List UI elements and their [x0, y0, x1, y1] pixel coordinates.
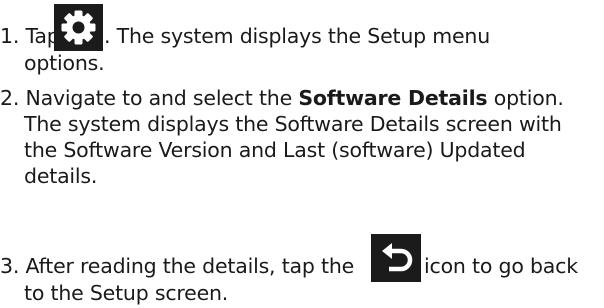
- step-2-prefix: 2. Navigate to and select the: [0, 86, 299, 110]
- step-2-text-4: details.: [24, 164, 98, 188]
- step-1-line-2: options.: [24, 50, 105, 76]
- step-3-line-2: to the Setup screen.: [24, 280, 228, 306]
- instructions-document: 1. Tap . The system displays the Setup m…: [0, 0, 604, 308]
- step-3-line-1: 3. After reading the details, tap the: [0, 253, 354, 279]
- step-2-line-3: the Software Version and Last (software)…: [24, 137, 526, 163]
- step-3-prefix: 3. After reading the details, tap the: [0, 254, 355, 278]
- step-1-prefix: 1. Tap: [0, 24, 60, 48]
- step-2-line-1: 2. Navigate to and select the Software D…: [0, 85, 564, 111]
- step-1-suffix-line: . The system displays the Setup menu: [104, 23, 490, 49]
- step-3-suffix-line: icon to go back: [424, 253, 578, 279]
- gear-icon: [54, 4, 103, 51]
- step-3-continuation: to the Setup screen.: [24, 281, 229, 305]
- back-arrow-icon: [371, 234, 421, 282]
- step-2-line-2: The system displays the Software Details…: [24, 111, 562, 137]
- step-2-line-4: details.: [24, 163, 97, 189]
- step-3-suffix: icon to go back: [424, 254, 578, 278]
- step-2-text-2: The system displays the Software Details…: [24, 112, 562, 136]
- step-1-line-1: 1. Tap: [0, 23, 60, 49]
- step-2-text-3: the Software Version and Last (software)…: [24, 138, 526, 162]
- software-details-option-label: Software Details: [298, 86, 488, 110]
- step-1-suffix: . The system displays the Setup menu: [104, 24, 491, 48]
- step-2-suffix: option.: [487, 86, 564, 110]
- step-1-continuation: options.: [24, 51, 105, 75]
